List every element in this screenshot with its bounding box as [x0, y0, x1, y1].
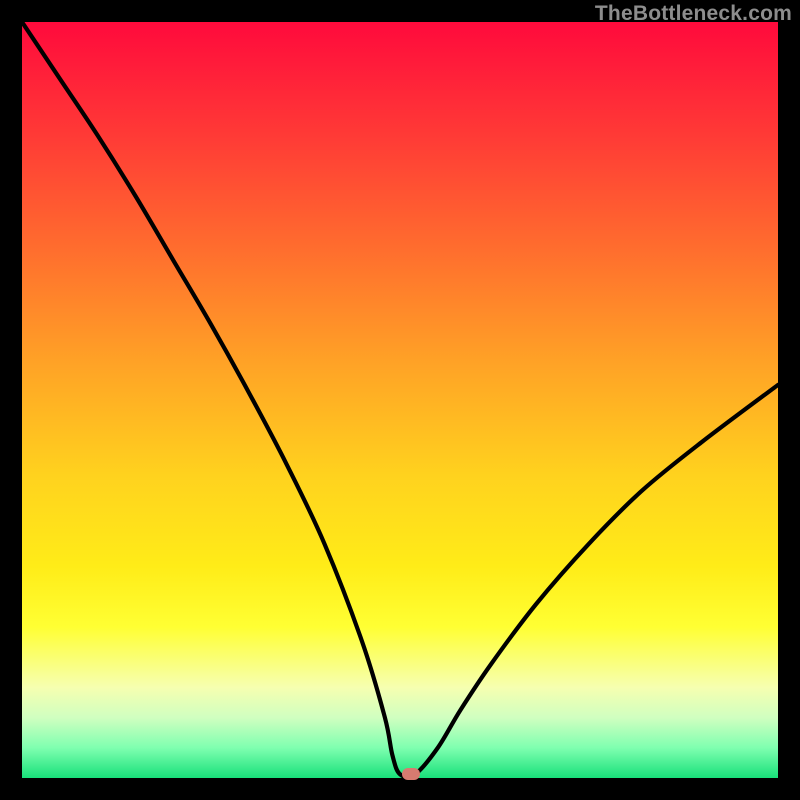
bottleneck-curve	[22, 22, 778, 778]
optimum-marker	[402, 768, 420, 780]
watermark-text: TheBottleneck.com	[595, 2, 792, 26]
chart-plot-area	[22, 22, 778, 778]
